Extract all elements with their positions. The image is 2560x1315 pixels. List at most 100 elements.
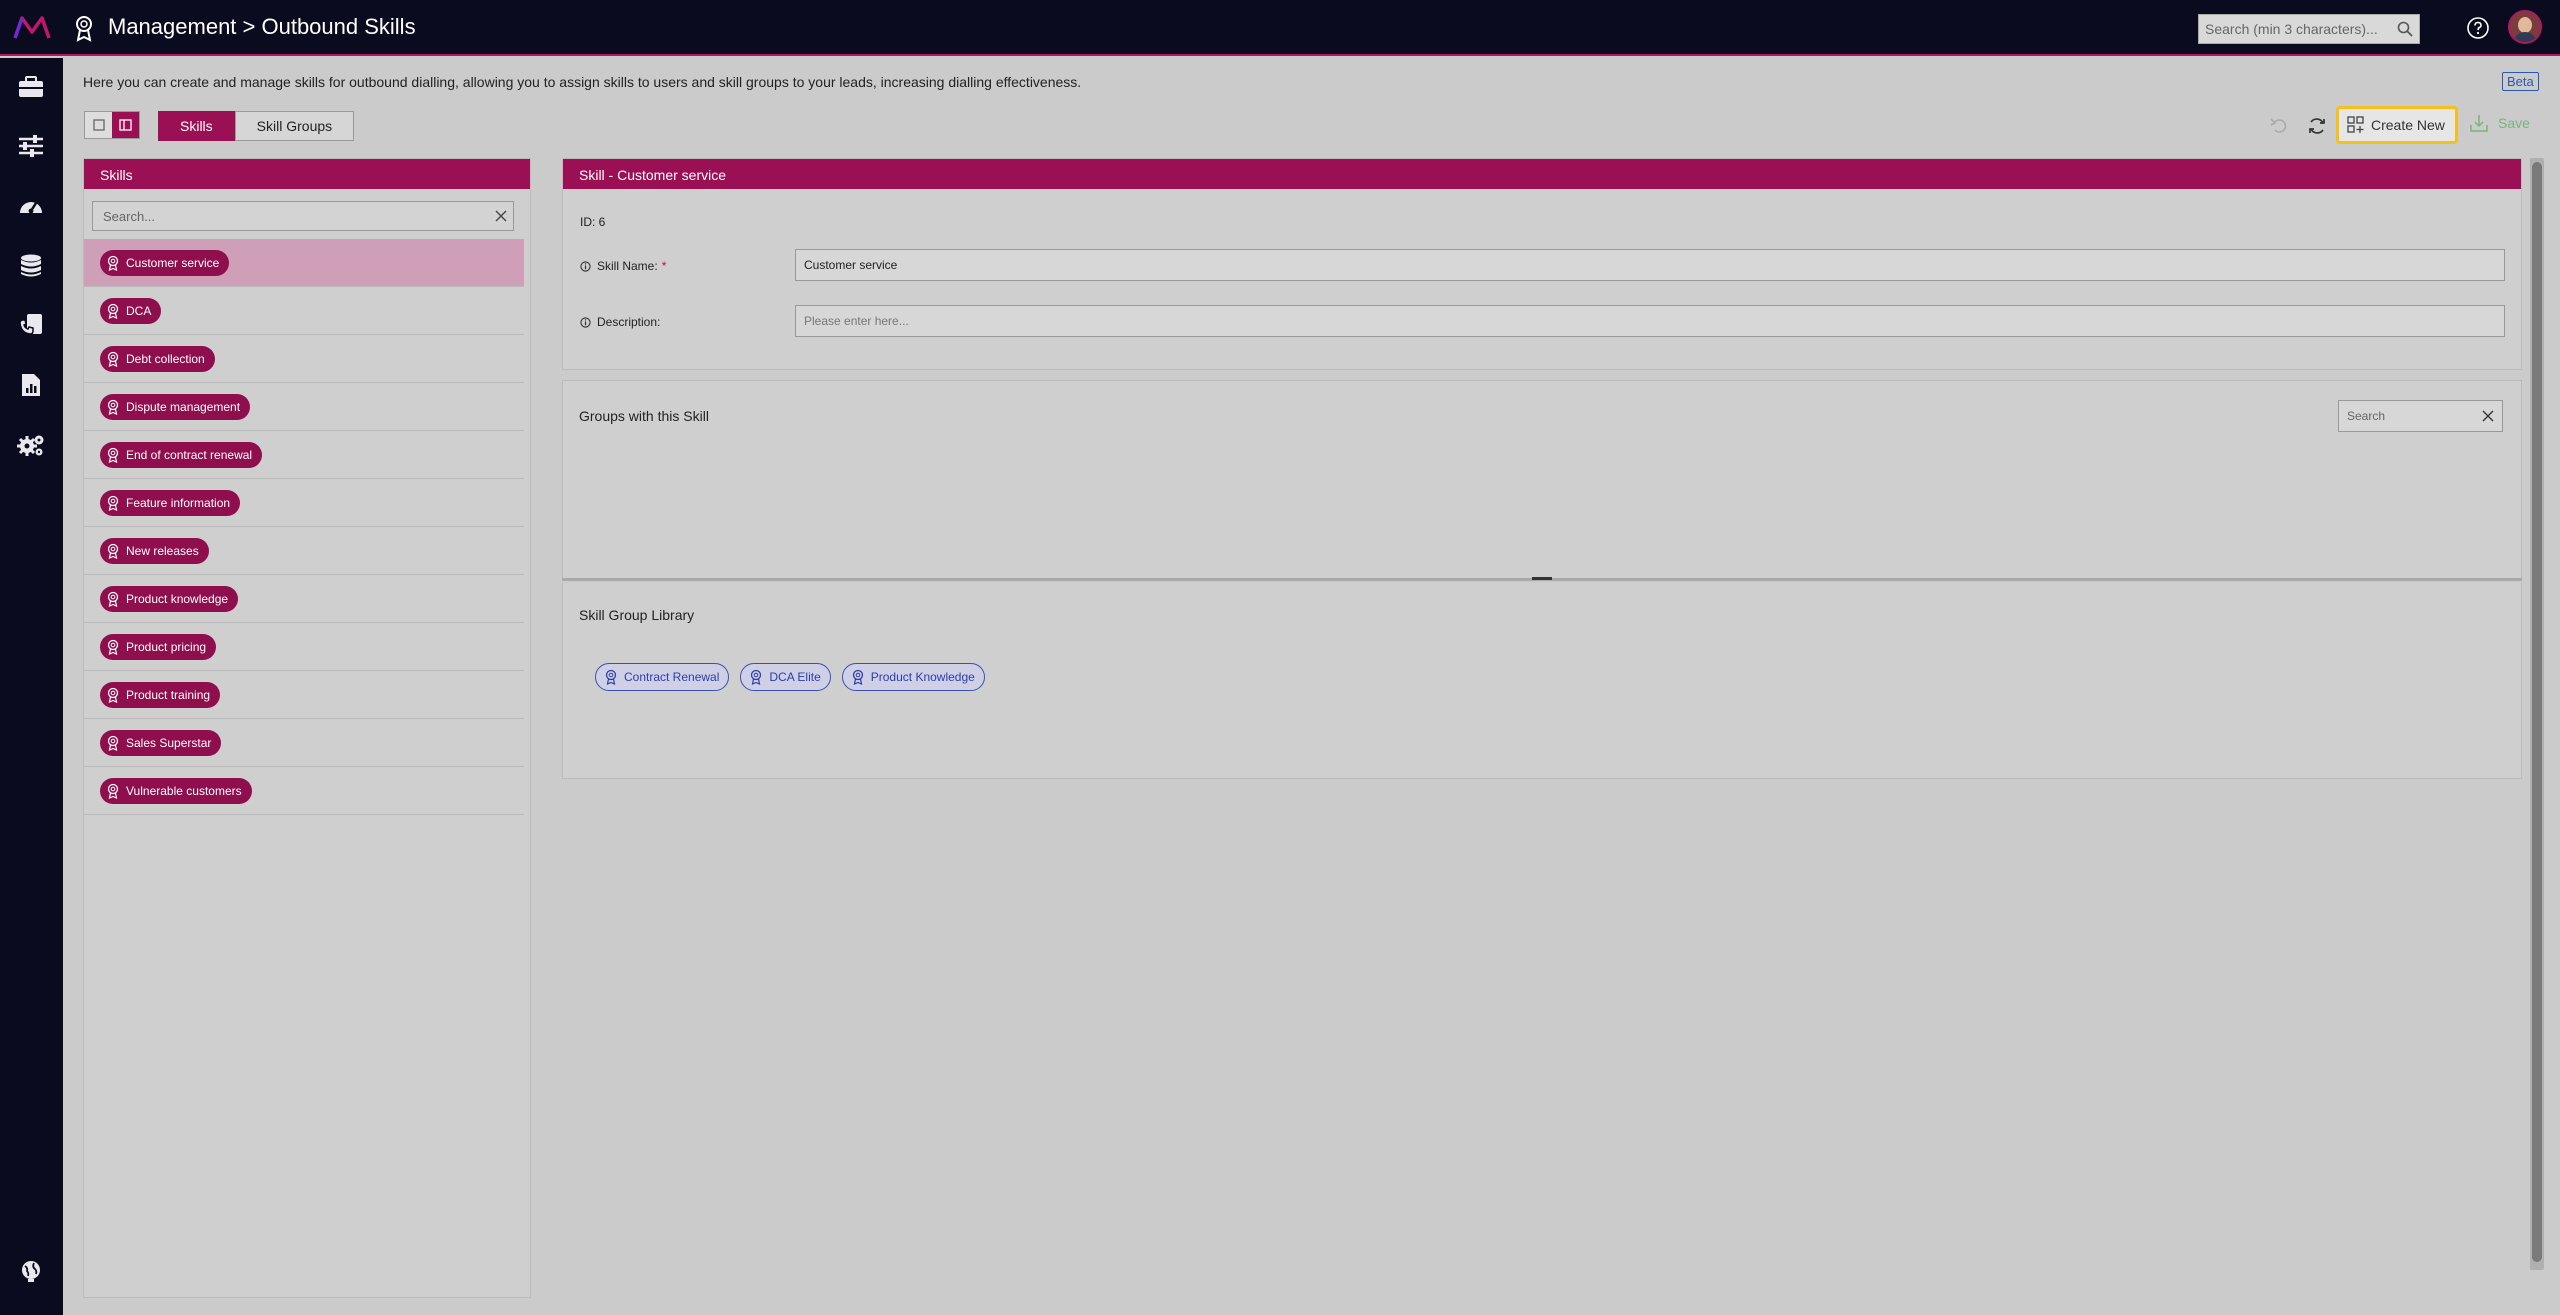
help-icon[interactable] xyxy=(2466,16,2490,40)
beta-badge: Beta xyxy=(2502,72,2539,91)
skills-search[interactable] xyxy=(92,201,514,231)
single-pane-layout-icon[interactable] xyxy=(85,112,112,138)
skill-id: ID: 6 xyxy=(580,215,606,229)
side-nav xyxy=(0,58,63,1315)
nav-report-icon[interactable] xyxy=(16,370,46,400)
user-avatar[interactable] xyxy=(2508,10,2542,44)
skill-label: Product knowledge xyxy=(126,591,229,606)
skill-pill[interactable]: Feature information xyxy=(100,489,241,516)
skill-list-item[interactable]: End of contract renewal xyxy=(84,431,524,479)
nav-database-icon[interactable] xyxy=(16,251,46,281)
skill-list-item[interactable]: Customer service xyxy=(84,239,524,287)
refresh-icon[interactable] xyxy=(2307,112,2327,140)
skill-pill[interactable]: New releases xyxy=(100,537,209,564)
skill-group-pill[interactable]: Product Knowledge xyxy=(841,663,985,691)
nav-globe-icon[interactable] xyxy=(16,1256,46,1286)
skill-pill[interactable]: Dispute management xyxy=(100,393,251,420)
skill-list-item[interactable]: Feature information xyxy=(84,479,524,527)
skill-list-item[interactable]: Product knowledge xyxy=(84,575,524,623)
skill-list-item[interactable]: Debt collection xyxy=(84,335,524,383)
layout-toggle[interactable] xyxy=(84,111,140,139)
create-new-label: Create New xyxy=(2371,117,2445,133)
skill-pill[interactable]: Product knowledge xyxy=(100,585,239,612)
skill-label: DCA xyxy=(126,303,152,318)
skill-list-item[interactable]: Product training xyxy=(84,671,524,719)
description-label: Description: xyxy=(580,315,660,329)
panel-resize-divider[interactable] xyxy=(562,577,2522,581)
groups-search[interactable] xyxy=(2338,400,2503,432)
skill-label: Customer service xyxy=(126,255,220,270)
split-pane-layout-icon[interactable] xyxy=(112,112,139,138)
app-logo-icon[interactable] xyxy=(12,12,52,44)
skill-group-label: Product Knowledge xyxy=(870,670,975,684)
global-search-input[interactable] xyxy=(2199,15,2419,43)
skills-search-input[interactable] xyxy=(93,202,513,230)
groups-search-input[interactable] xyxy=(2339,401,2502,431)
skill-name-field[interactable] xyxy=(795,249,2505,281)
skill-label: Product training xyxy=(126,687,211,702)
skill-group-pill[interactable]: Contract Renewal xyxy=(595,663,730,691)
required-mark: * xyxy=(661,259,667,273)
skill-pill[interactable]: End of contract renewal xyxy=(100,441,263,468)
description-field[interactable] xyxy=(795,305,2505,337)
info-icon[interactable] xyxy=(580,316,591,328)
skill-list-item[interactable]: Product pricing xyxy=(84,623,524,671)
skill-list-item[interactable]: DCA xyxy=(84,287,524,335)
skills-panel-title: Skills xyxy=(84,159,530,189)
skill-pill[interactable]: Product training xyxy=(100,681,221,708)
resize-handle[interactable] xyxy=(1532,577,1552,580)
nav-dashboard-icon[interactable] xyxy=(16,191,46,221)
description-label-text: Description: xyxy=(597,315,661,329)
search-icon[interactable] xyxy=(2397,21,2413,37)
skill-group-pill[interactable]: DCA Elite xyxy=(740,663,831,691)
skill-list-item[interactable]: Dispute management xyxy=(84,383,524,431)
skill-label: Dispute management xyxy=(126,399,241,414)
info-icon[interactable] xyxy=(580,260,591,272)
skill-badge-icon xyxy=(107,303,119,319)
skill-badge-icon xyxy=(107,255,119,271)
nav-sliders-icon[interactable] xyxy=(16,131,46,161)
skill-label: Debt collection xyxy=(126,351,205,366)
skill-badge-icon xyxy=(76,16,92,42)
skill-pill[interactable]: Vulnerable customers xyxy=(100,777,252,804)
skill-badge-icon xyxy=(107,591,119,607)
page-scrollbar[interactable] xyxy=(2530,158,2544,1270)
skill-pill[interactable]: Customer service xyxy=(100,249,230,276)
skill-pill[interactable]: DCA xyxy=(100,297,162,324)
save-icon xyxy=(2470,115,2488,132)
top-bar: Management > Outbound Skills xyxy=(0,0,2560,56)
skill-badge-icon xyxy=(107,495,119,511)
tab-skill-groups[interactable]: Skill Groups xyxy=(234,111,355,141)
skill-badge-icon xyxy=(107,447,119,463)
nav-briefcase-icon[interactable] xyxy=(16,72,46,102)
skill-label: Product pricing xyxy=(126,639,207,654)
skill-name-input[interactable] xyxy=(796,250,2504,280)
skill-badge-icon xyxy=(107,783,119,799)
clear-search-icon[interactable] xyxy=(2482,410,2494,422)
nav-settings-gears-icon[interactable] xyxy=(16,430,46,460)
skill-list-item[interactable]: Sales Superstar xyxy=(84,719,524,767)
tab-skills[interactable]: Skills xyxy=(158,111,235,141)
skill-pill[interactable]: Sales Superstar xyxy=(100,729,222,756)
undo-icon[interactable] xyxy=(2268,112,2288,140)
skill-pill[interactable]: Product pricing xyxy=(100,633,217,660)
save-button[interactable]: Save xyxy=(2470,114,2530,132)
nav-phone-document-icon[interactable] xyxy=(16,310,46,340)
clear-search-icon[interactable] xyxy=(495,210,507,222)
create-new-button[interactable]: Create New xyxy=(2336,106,2458,144)
skills-panel: Skills Customer service DCA Debt collect… xyxy=(83,158,531,1298)
skill-pill[interactable]: Debt collection xyxy=(100,345,215,372)
skill-list-item[interactable]: Vulnerable customers xyxy=(84,767,524,815)
skill-group-label: DCA Elite xyxy=(769,670,821,684)
skill-badge-icon xyxy=(605,669,617,685)
skill-group-library-panel: Skill Group Library Contract Renewal DCA… xyxy=(562,583,2522,779)
skill-list-item[interactable]: New releases xyxy=(84,527,524,575)
skill-label: End of contract renewal xyxy=(126,447,253,462)
skill-label: Sales Superstar xyxy=(126,735,212,750)
scrollbar-thumb[interactable] xyxy=(2532,162,2542,1262)
skill-group-library-title: Skill Group Library xyxy=(579,607,695,623)
page-description: Here you can create and manage skills fo… xyxy=(83,74,1082,90)
global-search[interactable] xyxy=(2198,14,2420,44)
description-input[interactable] xyxy=(796,306,2504,336)
groups-with-skill-panel: Groups with this Skill xyxy=(562,380,2522,580)
